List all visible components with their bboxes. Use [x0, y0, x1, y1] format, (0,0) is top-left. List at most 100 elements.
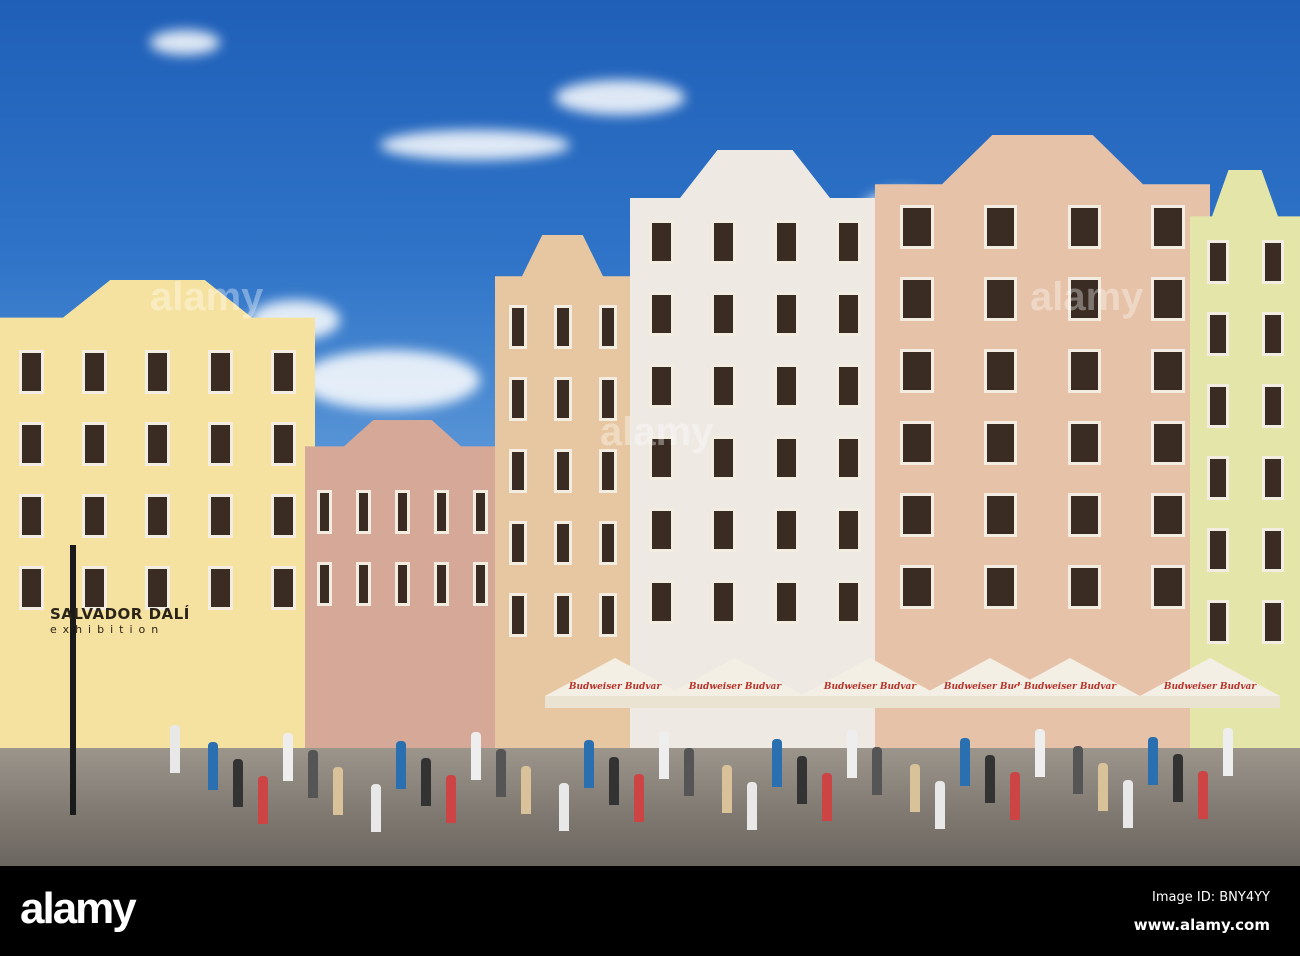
person	[1223, 728, 1233, 776]
cloud	[380, 130, 570, 160]
window	[508, 449, 527, 493]
person	[496, 749, 506, 797]
window	[773, 508, 799, 552]
window	[1067, 493, 1102, 537]
window	[983, 565, 1018, 609]
window	[316, 562, 333, 606]
person	[1173, 754, 1183, 802]
window	[648, 508, 674, 552]
window	[648, 292, 674, 336]
window	[207, 566, 234, 610]
person	[396, 741, 406, 789]
watermark: alamy	[600, 410, 714, 454]
umbrella-brand: Budweiser Budvar	[823, 682, 917, 692]
window	[508, 593, 527, 637]
window	[1261, 240, 1284, 284]
window	[1206, 600, 1229, 644]
person	[747, 782, 757, 830]
window	[598, 521, 617, 565]
window	[18, 494, 45, 538]
window	[207, 494, 234, 538]
window	[900, 493, 934, 537]
window	[1151, 277, 1185, 321]
person	[659, 731, 669, 779]
person	[283, 733, 293, 781]
window	[81, 422, 108, 466]
window	[207, 422, 234, 466]
window	[836, 364, 862, 408]
window	[1206, 240, 1229, 284]
window	[900, 565, 934, 609]
sign-line2: exhibition	[50, 623, 165, 636]
umbrella-brand: Budweiser Budvar	[568, 682, 662, 692]
window	[144, 494, 171, 538]
person	[1098, 763, 1108, 811]
umbrella-skirt	[1140, 696, 1280, 708]
cloud	[300, 350, 480, 410]
window	[355, 562, 372, 606]
window	[598, 593, 617, 637]
window	[773, 364, 799, 408]
photo-scene: SALVADOR DALÍ exhibition Budweiser Budva…	[0, 0, 1300, 866]
window	[900, 349, 934, 393]
person	[960, 738, 970, 786]
person	[1148, 737, 1158, 785]
window	[144, 422, 171, 466]
window	[836, 292, 862, 336]
umbrella-brand: Budweiser Budvar	[688, 682, 782, 692]
cloud	[150, 30, 220, 55]
window	[900, 277, 934, 321]
alamy-logo: alamy	[20, 884, 137, 933]
person	[910, 764, 920, 812]
window	[433, 490, 450, 534]
window	[983, 277, 1018, 321]
person	[1010, 772, 1020, 820]
window	[18, 566, 45, 610]
window	[773, 220, 799, 264]
window	[711, 580, 737, 624]
window	[900, 205, 934, 249]
person	[797, 756, 807, 804]
umbrella-skirt	[665, 696, 805, 708]
window	[508, 521, 527, 565]
umbrella-skirt	[800, 696, 940, 708]
window	[144, 566, 171, 610]
window	[1067, 205, 1102, 249]
window	[836, 580, 862, 624]
window	[508, 305, 527, 349]
window	[207, 350, 234, 394]
window	[553, 521, 572, 565]
person	[421, 758, 431, 806]
window	[270, 494, 297, 538]
window	[270, 566, 297, 610]
window	[553, 593, 572, 637]
sign-line1: SALVADOR DALÍ	[50, 605, 190, 623]
window	[983, 205, 1018, 249]
window	[394, 562, 411, 606]
person	[233, 759, 243, 807]
person	[170, 725, 180, 773]
person	[371, 784, 381, 832]
person	[722, 765, 732, 813]
window	[711, 508, 737, 552]
window	[1206, 528, 1229, 572]
window	[1206, 384, 1229, 428]
window	[1151, 349, 1185, 393]
person	[584, 740, 594, 788]
umbrella-brand: Budweiser Budvar	[1163, 682, 1257, 692]
window	[1151, 493, 1185, 537]
window	[1261, 312, 1284, 356]
window	[433, 562, 450, 606]
window	[983, 493, 1018, 537]
window	[773, 580, 799, 624]
umbrella-skirt	[1000, 696, 1140, 708]
window	[648, 364, 674, 408]
person	[446, 775, 456, 823]
window	[711, 436, 737, 480]
footer-bar: alamy Image ID: BNY4YY www.alamy.com	[0, 866, 1300, 956]
window	[270, 350, 297, 394]
street-lamp	[70, 545, 76, 815]
person	[872, 747, 882, 795]
person	[1123, 780, 1133, 828]
window	[836, 436, 862, 480]
